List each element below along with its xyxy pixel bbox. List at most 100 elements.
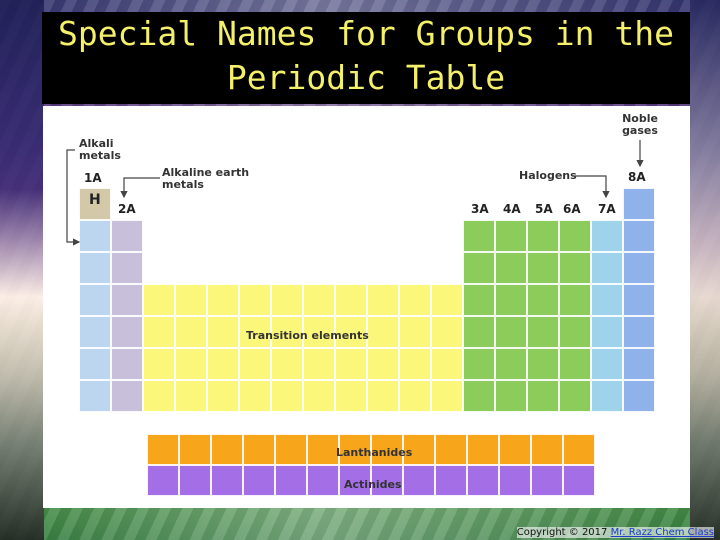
actinide-cell [275, 465, 307, 496]
group-label-4a: 4A [503, 202, 521, 216]
hydrogen-symbol: H [89, 192, 101, 208]
label-halogens: Halogens [519, 169, 577, 182]
alkaline-earth-arrow [120, 177, 160, 199]
transition-element-cell [367, 380, 399, 412]
transition-element-cell [399, 284, 431, 316]
transition-element-cell [207, 316, 239, 348]
alkali-metal-cell [79, 220, 111, 252]
actinide-cell [147, 465, 179, 496]
lanthanide-cell [435, 434, 467, 465]
main-group-cell [495, 284, 527, 316]
lanthanide-cell [499, 434, 531, 465]
actinide-cell [243, 465, 275, 496]
lanthanide-cell [275, 434, 307, 465]
main-group-cell [559, 380, 591, 412]
transition-element-cell [335, 348, 367, 380]
main-group-cell [463, 220, 495, 252]
group-label-6a: 6A [563, 202, 581, 216]
main-group-cell [527, 284, 559, 316]
alkali-metal-cell [79, 348, 111, 380]
lanthanide-cell [563, 434, 595, 465]
slide-title: Special Names for Groups in the Periodic… [42, 12, 690, 104]
main-group-cell [559, 316, 591, 348]
transition-element-cell [367, 316, 399, 348]
noble-gas-cell [623, 348, 655, 380]
group-label-1a: 1A [84, 171, 102, 185]
copyright-footer: Copyright © 2017 Mr. Razz Chem Class [516, 527, 714, 538]
main-group-cell [463, 284, 495, 316]
periodic-table-diagram: Alkali metals Alkaline earth metals Nobl… [43, 106, 690, 508]
right-decoration [690, 0, 720, 540]
main-group-cell [527, 316, 559, 348]
main-group-cell [559, 348, 591, 380]
halogen-cell [591, 252, 623, 284]
alkaline-earth-cell [111, 316, 143, 348]
slide-title-line1: Special Names for Groups in the [58, 14, 674, 53]
transition-element-cell [431, 380, 463, 412]
noble-gas-cell [623, 316, 655, 348]
main-group-cell [527, 252, 559, 284]
actinide-cell [211, 465, 243, 496]
alkaline-earth-cell [111, 348, 143, 380]
main-group-cell [495, 380, 527, 412]
alkali-arrow [66, 149, 81, 246]
noble-gas-cell [623, 284, 655, 316]
alkaline-earth-cell [111, 284, 143, 316]
noble-gas-cell [623, 188, 655, 220]
alkali-metal-cell [79, 380, 111, 412]
main-group-cell [495, 348, 527, 380]
halogen-cell [591, 220, 623, 252]
lanthanide-cell [179, 434, 211, 465]
transition-element-cell [175, 284, 207, 316]
actinide-cell [531, 465, 563, 496]
label-transition-elements: Transition elements [246, 329, 369, 342]
transition-element-cell [399, 380, 431, 412]
label-noble-gases: Noble gases [622, 112, 658, 137]
transition-element-cell [175, 348, 207, 380]
transition-element-cell [143, 316, 175, 348]
transition-element-cell [303, 380, 335, 412]
actinide-cell [563, 465, 595, 496]
main-group-cell [463, 348, 495, 380]
main-group-cell [559, 220, 591, 252]
actinide-cell [403, 465, 435, 496]
halogen-cell [591, 348, 623, 380]
alkali-metal-cell [79, 252, 111, 284]
lanthanide-cell [307, 434, 339, 465]
main-group-cell [495, 316, 527, 348]
group-label-7a: 7A [598, 202, 616, 216]
label-alkali-metals: Alkali metals [79, 137, 121, 162]
transition-element-cell [271, 284, 303, 316]
transition-element-cell [143, 380, 175, 412]
transition-element-cell [399, 348, 431, 380]
transition-element-cell [175, 380, 207, 412]
main-group-cell [559, 284, 591, 316]
halogen-cell [591, 284, 623, 316]
alkali-metal-cell [79, 316, 111, 348]
noble-gas-cell [623, 380, 655, 412]
copyright-link[interactable]: Mr. Razz Chem Class [611, 527, 714, 538]
transition-element-cell [367, 348, 399, 380]
group-label-2a: 2A [118, 202, 136, 216]
main-group-cell [559, 252, 591, 284]
transition-element-cell [239, 348, 271, 380]
slide-title-line2: Periodic Table [226, 58, 506, 97]
transition-element-cell [367, 284, 399, 316]
transition-element-cell [175, 316, 207, 348]
alkali-metal-cell [79, 284, 111, 316]
main-group-cell [463, 380, 495, 412]
actinide-cell [307, 465, 339, 496]
actinide-cell [467, 465, 499, 496]
transition-element-cell [399, 316, 431, 348]
lanthanide-cell [147, 434, 179, 465]
transition-element-cell [271, 380, 303, 412]
noble-gas-cell [623, 220, 655, 252]
lanthanide-cell [467, 434, 499, 465]
transition-element-cell [335, 284, 367, 316]
transition-element-cell [335, 380, 367, 412]
alkaline-earth-cell [111, 380, 143, 412]
transition-element-cell [431, 284, 463, 316]
main-group-cell [463, 316, 495, 348]
group-label-5a: 5A [535, 202, 553, 216]
transition-element-cell [239, 284, 271, 316]
